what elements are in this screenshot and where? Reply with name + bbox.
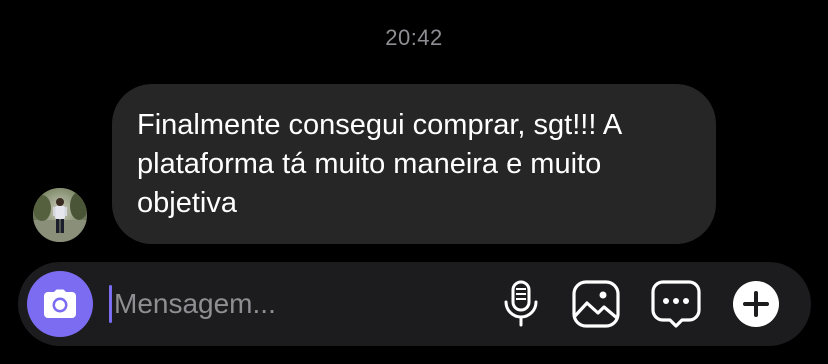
message-input-wrapper bbox=[109, 282, 469, 326]
microphone-button[interactable] bbox=[496, 279, 546, 329]
image-icon bbox=[572, 280, 620, 328]
chat-screen: 20:42 Finalmente consegui comprar, sgt!! bbox=[0, 0, 828, 364]
add-button[interactable] bbox=[731, 279, 781, 329]
user-avatar-photo-icon bbox=[33, 188, 87, 242]
chat-bubble-dots-icon bbox=[651, 280, 701, 328]
message-line: Finalmente consegui comprar, sgt!!! A bbox=[137, 109, 623, 141]
gallery-button[interactable] bbox=[571, 279, 621, 329]
microphone-icon bbox=[504, 280, 538, 327]
plus-circle-icon bbox=[733, 281, 779, 327]
message-input[interactable] bbox=[114, 288, 444, 320]
text-cursor bbox=[109, 285, 112, 323]
message-line: plataforma tá muito maneira e muito bbox=[137, 148, 602, 180]
camera-icon bbox=[44, 289, 76, 318]
sticker-button[interactable] bbox=[651, 279, 701, 329]
message-bubble[interactable]: Finalmente consegui comprar, sgt!!! A pl… bbox=[112, 84, 716, 244]
message-composer bbox=[18, 262, 811, 346]
avatar[interactable] bbox=[33, 188, 87, 242]
message-line: objetiva bbox=[137, 187, 237, 219]
message-timestamp: 20:42 bbox=[385, 25, 443, 50]
camera-button[interactable] bbox=[27, 271, 93, 337]
